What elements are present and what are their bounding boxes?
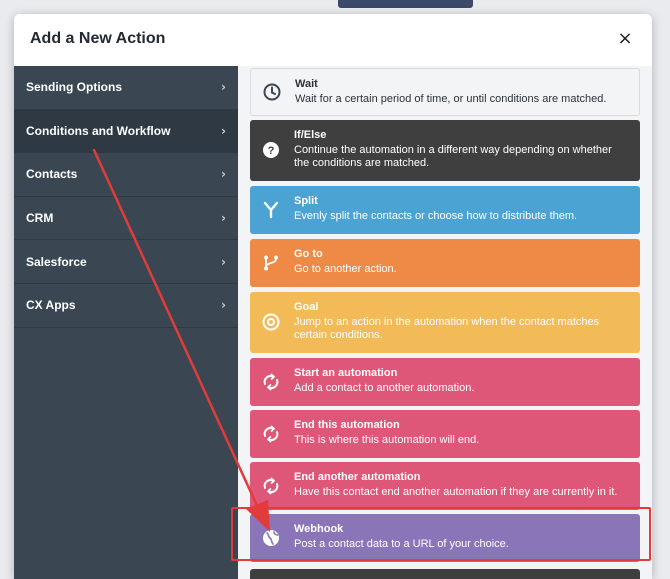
- action-description: Jump to an action in the automation when…: [294, 316, 600, 341]
- action-title: Go to: [294, 248, 323, 260]
- action-title: End another automation: [294, 471, 421, 483]
- action-description: This is where this automation will end.: [294, 434, 480, 446]
- globe-icon: [260, 527, 282, 549]
- question-icon: ?: [260, 139, 282, 161]
- sidebar-item-label: Contacts: [26, 167, 78, 182]
- action-card-wait[interactable]: Wait Wait for a certain period of time, …: [250, 68, 640, 116]
- cycle-icon: [260, 423, 282, 445]
- close-button[interactable]: ×: [614, 28, 636, 50]
- action-card-split[interactable]: Split Evenly split the contacts or choos…: [250, 186, 640, 234]
- branch-icon: [260, 252, 282, 274]
- chevron-right-icon: ›: [221, 80, 226, 95]
- sidebar-item-sending-options[interactable]: Sending Options ›: [14, 66, 238, 110]
- action-card-webhook[interactable]: Webhook Post a contact data to a URL of …: [250, 514, 640, 562]
- chevron-right-icon: ›: [221, 298, 226, 313]
- sidebar-item-crm[interactable]: CRM ›: [14, 197, 238, 241]
- next-action-card-peek: [250, 569, 640, 579]
- sidebar-item-label: Conditions and Workflow: [26, 123, 171, 138]
- action-description: Continue the automation in a different w…: [294, 144, 612, 169]
- action-title: Webhook: [294, 523, 344, 535]
- action-card-goal[interactable]: Goal Jump to an action in the automation…: [250, 292, 640, 353]
- action-category-sidebar: Sending Options › Conditions and Workflo…: [14, 66, 238, 579]
- target-icon: [260, 311, 282, 333]
- sidebar-item-label: Sending Options: [26, 80, 122, 95]
- action-description: Go to another action.: [294, 263, 397, 275]
- action-description: Wait for a certain period of time, or un…: [295, 93, 607, 105]
- sidebar-item-salesforce[interactable]: Salesforce ›: [14, 240, 238, 284]
- sidebar-item-label: CRM: [26, 211, 54, 226]
- action-card-if-else[interactable]: ? If/Else Continue the automation in a d…: [250, 120, 640, 181]
- action-title: Split: [294, 195, 318, 207]
- background-header-strip: [338, 0, 473, 8]
- clock-icon: [261, 81, 283, 103]
- chevron-right-icon: ›: [221, 123, 226, 138]
- action-card-start-an-automation[interactable]: Start an automation Add a contact to ano…: [250, 358, 640, 406]
- modal-title: Add a New Action: [30, 30, 166, 47]
- action-description: Evenly split the contacts or choose how …: [294, 210, 578, 222]
- action-card-end-another-automation[interactable]: End another automation Have this contact…: [250, 462, 640, 510]
- svg-text:?: ?: [268, 145, 275, 157]
- sidebar-item-cx-apps[interactable]: CX Apps ›: [14, 284, 238, 328]
- action-title: Wait: [295, 78, 318, 90]
- action-description: Post a contact data to a URL of your cho…: [294, 538, 509, 550]
- sidebar-item-label: Salesforce: [26, 254, 87, 269]
- action-description: Add a contact to another automation.: [294, 382, 475, 394]
- cycle-icon: [260, 371, 282, 393]
- action-card-end-this-automation[interactable]: End this automation This is where this a…: [250, 410, 640, 458]
- action-list: Wait Wait for a certain period of time, …: [238, 66, 652, 579]
- action-card-go-to[interactable]: Go to Go to another action.: [250, 239, 640, 287]
- sidebar-item-conditions-and-workflow[interactable]: Conditions and Workflow ›: [14, 109, 238, 154]
- split-icon: [260, 199, 282, 221]
- action-description: Have this contact end another automation…: [294, 486, 618, 498]
- action-title: If/Else: [294, 129, 327, 141]
- chevron-right-icon: ›: [221, 211, 226, 226]
- chevron-right-icon: ›: [221, 167, 226, 182]
- cycle-icon: [260, 475, 282, 497]
- add-action-modal: Add a New Action × Sending Options › Con…: [14, 14, 652, 579]
- sidebar-item-label: CX Apps: [26, 298, 76, 313]
- action-title: Start an automation: [294, 367, 398, 379]
- chevron-right-icon: ›: [221, 254, 226, 269]
- action-title: Goal: [294, 301, 319, 313]
- modal-header: Add a New Action ×: [14, 14, 652, 66]
- sidebar-item-contacts[interactable]: Contacts ›: [14, 153, 238, 197]
- action-title: End this automation: [294, 419, 400, 431]
